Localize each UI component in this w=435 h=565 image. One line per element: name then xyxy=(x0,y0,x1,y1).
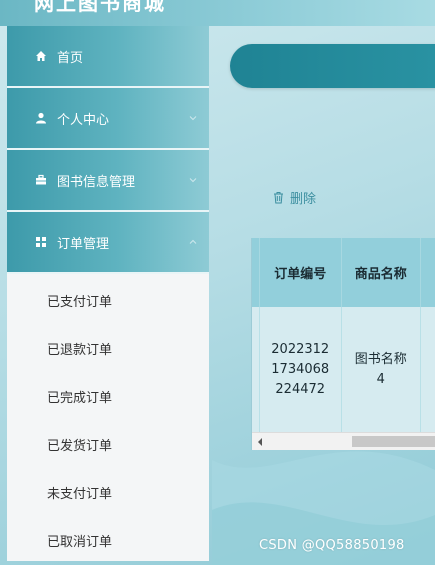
submenu-item-refunded[interactable]: 已退款订单 xyxy=(7,324,209,372)
table-header: 订单编号 商品名称 xyxy=(252,238,435,307)
app-header: 网上图书商城 xyxy=(0,0,435,26)
delete-label: 删除 xyxy=(290,192,317,207)
order-no-line: 224472 xyxy=(275,381,326,397)
cell-order-no: 2022312 1734068 224472 xyxy=(260,307,342,432)
sidebar-item-label: 个人中心 xyxy=(57,112,110,128)
product-name-line: 4 xyxy=(376,371,385,387)
sidebar-item-home[interactable]: 首页 xyxy=(7,26,209,88)
cell-more xyxy=(421,307,435,432)
chevron-up-icon xyxy=(189,239,197,244)
column-header-more xyxy=(421,238,435,307)
sidebar-item-profile[interactable]: 个人中心 xyxy=(7,88,209,150)
submenu-item-cancelled[interactable]: 已取消订单 xyxy=(7,516,209,564)
scroll-thumb[interactable] xyxy=(352,436,435,447)
orders-submenu: 已支付订单 已退款订单 已完成订单 已发货订单 未支付订单 已取消订单 xyxy=(7,274,209,561)
top-bar xyxy=(230,44,435,88)
user-icon xyxy=(33,110,49,126)
submenu-item-paid[interactable]: 已支付订单 xyxy=(7,276,209,324)
app-title: 网上图书商城 xyxy=(34,0,166,15)
column-header-product-name[interactable]: 商品名称 xyxy=(342,238,422,307)
submenu-item-completed[interactable]: 已完成订单 xyxy=(7,372,209,420)
submenu-item-shipped[interactable]: 已发货订单 xyxy=(7,420,209,468)
cell-product-name: 图书名称 4 xyxy=(342,307,422,432)
checkbox-column-header xyxy=(252,238,260,307)
order-no-line: 1734068 xyxy=(271,361,330,377)
order-no-line: 2022312 xyxy=(271,341,330,357)
grid-icon xyxy=(33,234,49,250)
column-header-order-no[interactable]: 订单编号 xyxy=(260,238,342,307)
home-icon xyxy=(33,48,49,64)
horizontal-scrollbar[interactable] xyxy=(252,432,435,450)
row-checkbox-cell xyxy=(252,307,260,432)
submenu-item-unpaid[interactable]: 未支付订单 xyxy=(7,468,209,516)
sidebar-item-label: 图书信息管理 xyxy=(57,174,136,190)
sidebar-item-label: 首页 xyxy=(57,50,84,66)
watermark: CSDN @QQ58850198 xyxy=(259,538,405,553)
sidebar-item-book-info[interactable]: 图书信息管理 xyxy=(7,150,209,212)
chevron-down-icon xyxy=(189,178,197,183)
product-name-line: 图书名称 xyxy=(354,351,407,367)
orders-table: 订单编号 商品名称 2022312 1734068 224472 图书名称 4 xyxy=(251,238,435,450)
sidebar: 首页 个人中心 图书信息管理 订单管理 已支付订单 已退款订单 已完成订单 已发… xyxy=(7,26,209,565)
delete-button[interactable]: 删除 xyxy=(272,188,316,207)
scroll-left-arrow-icon[interactable] xyxy=(258,438,262,446)
briefcase-icon xyxy=(33,172,49,188)
sidebar-item-orders[interactable]: 订单管理 xyxy=(7,212,209,274)
chevron-down-icon xyxy=(189,116,197,121)
table-row[interactable]: 2022312 1734068 224472 图书名称 4 xyxy=(252,307,435,432)
sidebar-item-label: 订单管理 xyxy=(57,236,110,252)
trash-icon xyxy=(274,192,283,204)
